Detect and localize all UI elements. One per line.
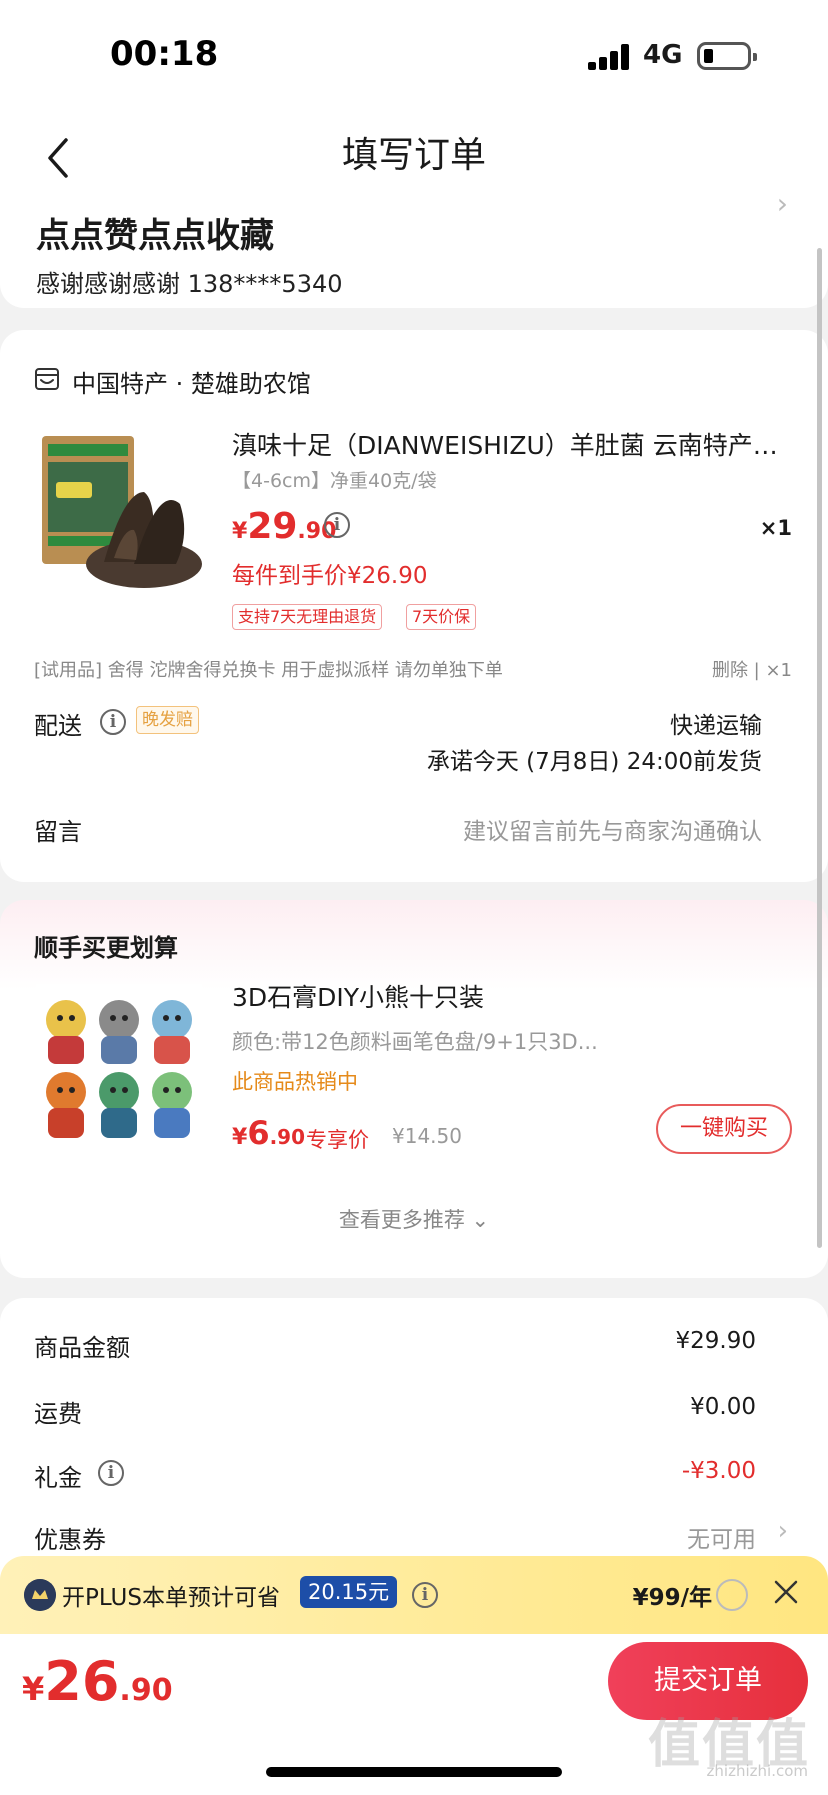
more-recommend-link[interactable]: 查看更多推荐 ⌄ — [0, 1204, 828, 1234]
one-click-buy-button[interactable]: 一键购买 — [656, 1104, 792, 1154]
close-icon[interactable] — [772, 1578, 800, 1606]
shop-name[interactable]: 中国特产 · 楚雄助农馆 — [72, 364, 311, 399]
plus-price: ¥99/年 — [632, 1585, 712, 1611]
freight-label: 运费 — [34, 1400, 82, 1428]
plus-logo-icon — [24, 1579, 56, 1611]
recommend-original-price: ¥14.50 — [392, 1124, 462, 1148]
page-title: 填写订单 — [341, 135, 486, 176]
status-bar: 00:18 4G — [0, 0, 828, 110]
recommend-product-name[interactable]: 3D石膏DIY小熊十只装 — [232, 978, 484, 1014]
product-title[interactable]: 滇味十足（DIANWEISHIZU）羊肚菌 云南特产头... — [232, 426, 792, 462]
recommend-product-spec: 颜色:带12色颜料画笔色盘/9+1只3D... — [232, 1030, 598, 1054]
goods-amount-label: 商品金额 — [34, 1334, 130, 1362]
delivery-method[interactable]: 快递运输 — [670, 706, 762, 740]
product-quantity: ×1 — [759, 516, 792, 540]
chevron-right-icon: › — [776, 187, 788, 220]
gift-money-value: -¥3.00 — [681, 1458, 756, 1484]
product-price: ¥29.90 — [232, 506, 337, 547]
price-info-icon[interactable]: i — [324, 512, 350, 538]
return-tag: 支持7天无理由退货 — [232, 604, 383, 630]
plus-info-icon[interactable]: i — [412, 1582, 438, 1608]
checkout-bar: ¥26.90 提交订单 值值值 zhizhizhi.com — [0, 1634, 828, 1795]
recommend-product-image[interactable] — [36, 984, 202, 1150]
recommend-price: ¥6.90 — [232, 1114, 306, 1152]
delivery-info-icon[interactable]: i — [100, 709, 126, 735]
chevron-right-icon: › — [777, 1516, 788, 1546]
recommend-hot-label: 此商品热销中 — [232, 1070, 358, 1094]
order-card: 中国特产 · 楚雄助农馆 滇味十足（DIANWEISHIZU）羊肚菌 云南特产头… — [0, 330, 828, 882]
network-label: 4G — [643, 40, 683, 70]
home-indicator[interactable] — [266, 1767, 562, 1777]
address-name: 点点赞点点收藏 — [36, 216, 274, 256]
plus-select-radio[interactable] — [716, 1579, 748, 1611]
late-compensation-tag: 晚发赔 — [136, 706, 199, 734]
message-input[interactable]: 建议留言前先与商家沟通确认 — [463, 812, 762, 846]
gift-money-info-icon[interactable]: i — [98, 1460, 124, 1486]
gift-item: [试用品] 舍得 沱牌舍得兑换卡 用于虚拟派样 请勿单独下单 — [34, 660, 503, 681]
plus-promo-bar[interactable]: 开PLUS本单预计可省 20.15元 i ¥99/年 — [0, 1556, 828, 1634]
plus-save-amount: 20.15元 — [300, 1576, 398, 1608]
recommend-card: 顺手买更划算 3D石膏DIY小熊十只装 颜色:带12色颜料画笔色盘/9+1只3D… — [0, 900, 828, 1278]
shop-icon — [35, 368, 59, 390]
coupon-label: 优惠券 — [34, 1526, 106, 1554]
freight-value: ¥0.00 — [690, 1394, 756, 1420]
product-image[interactable] — [34, 426, 202, 598]
gift-money-label: 礼金 — [34, 1464, 82, 1492]
address-card[interactable]: 点点赞点点收藏 感谢感谢感谢 138****5340 › — [0, 187, 828, 308]
summary-card: 商品金额 ¥29.90 运费 ¥0.00 礼金 i -¥3.00 优惠券 无可用… — [0, 1298, 828, 1598]
price-protect-tag: 7天价保 — [406, 604, 477, 630]
product-spec: 【4-6cm】净重40克/袋 — [232, 470, 437, 492]
status-time: 00:18 — [110, 34, 219, 74]
delivery-label: 配送 — [34, 712, 82, 740]
signal-icon — [588, 44, 630, 70]
message-label: 留言 — [34, 818, 82, 846]
scrollbar[interactable] — [817, 248, 822, 1248]
total-price: ¥26.90 — [22, 1650, 173, 1713]
delivery-promise: 承诺今天 (7月8日) 24:00前发货 — [426, 749, 762, 775]
recommend-vip-label: 专享价 — [306, 1128, 369, 1152]
address-detail: 感谢感谢感谢 138****5340 — [36, 270, 343, 298]
coupon-value[interactable]: 无可用 — [687, 1520, 756, 1554]
goods-amount-value: ¥29.90 — [675, 1328, 756, 1354]
watermark-url: zhizhizhi.com — [706, 1762, 808, 1780]
gift-actions[interactable]: 删除 | ×1 — [712, 656, 792, 682]
recommend-title: 顺手买更划算 — [34, 934, 178, 962]
final-price: 每件到手价¥26.90 — [232, 563, 428, 589]
battery-icon — [697, 42, 757, 70]
plus-promo-text: 开PLUS本单预计可省 — [62, 1585, 280, 1611]
